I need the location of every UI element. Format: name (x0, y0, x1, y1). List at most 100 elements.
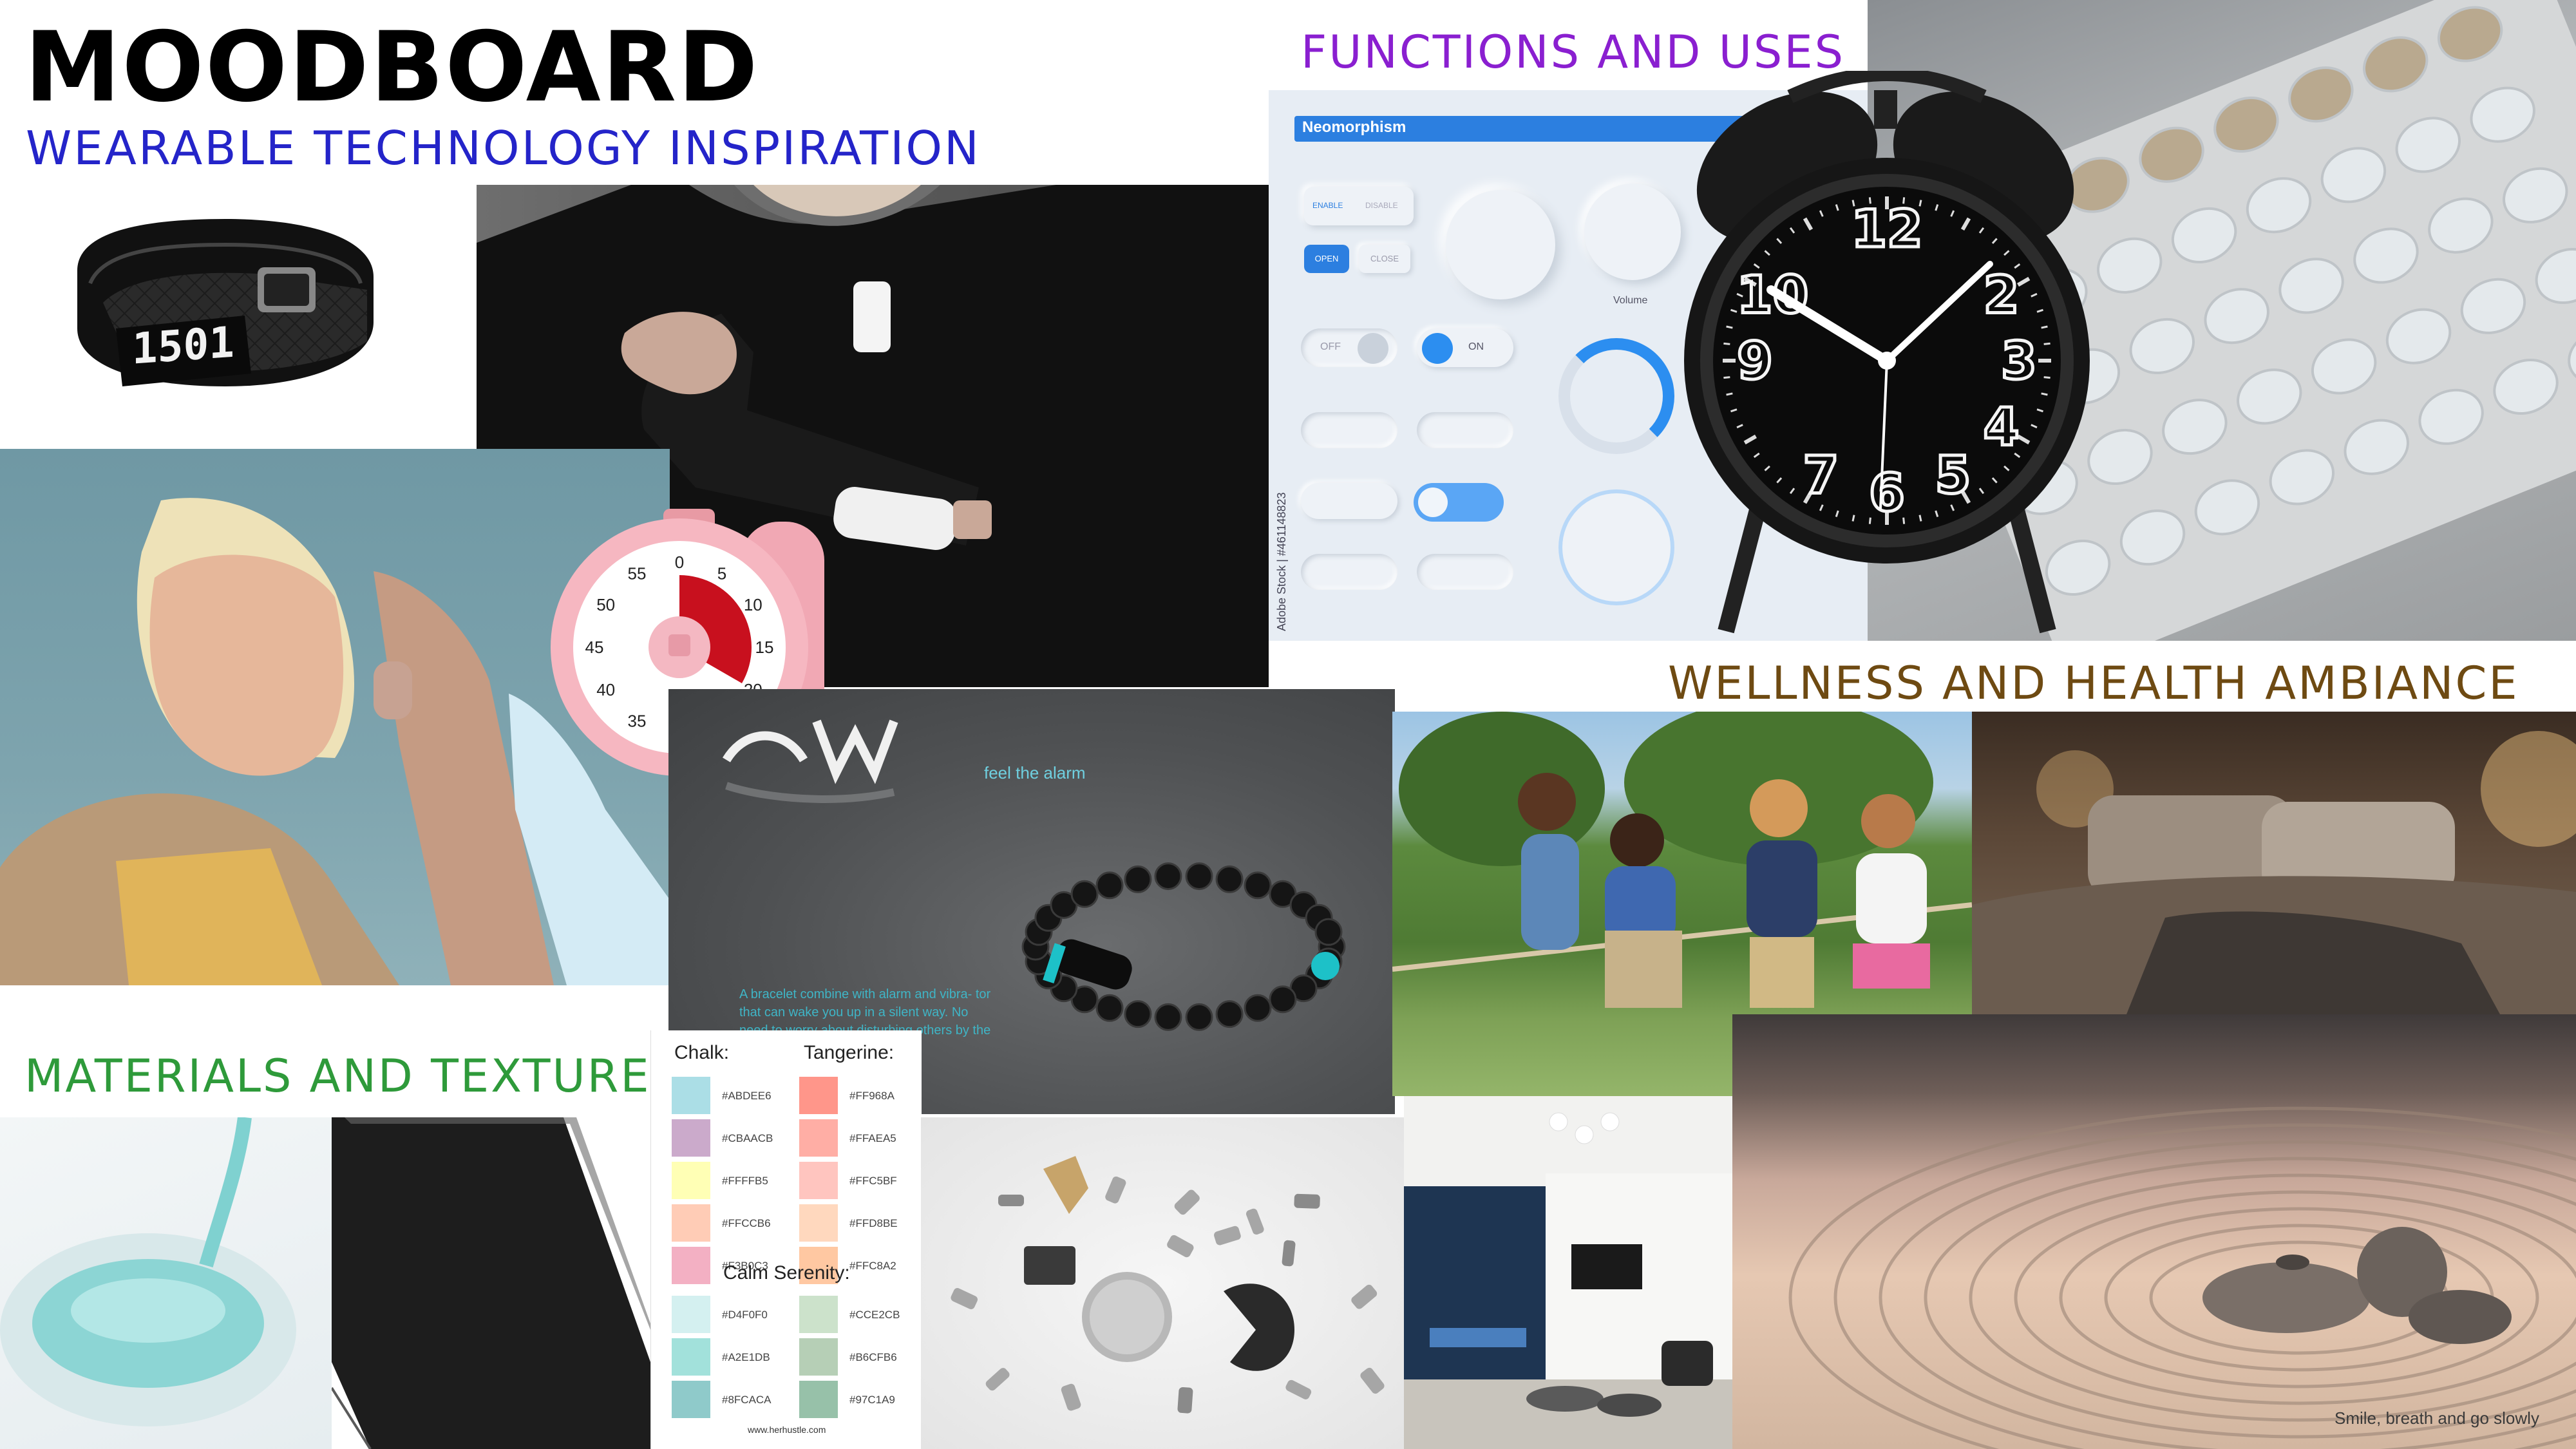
color-chip (799, 1204, 838, 1242)
metal-part (1177, 1387, 1193, 1414)
hex-code: #A2E1DB (722, 1351, 770, 1363)
metal-part (1174, 1189, 1200, 1215)
page-subtitle: WEARABLE TECHNOLOGY INSPIRATION (26, 121, 981, 175)
bead (1095, 871, 1124, 900)
bead (1215, 1000, 1244, 1028)
hex-code: #B6CFB6 (849, 1351, 897, 1363)
close-button[interactable]: CLOSE (1359, 245, 1410, 273)
bead (1154, 862, 1182, 891)
bead (1244, 871, 1272, 900)
volume-label: Volume (1613, 295, 1648, 306)
timer-number: 45 (585, 638, 604, 657)
bead (1154, 1003, 1182, 1031)
hex-code: #FFD8BE (849, 1217, 898, 1229)
bead (1124, 1000, 1152, 1028)
slider-a[interactable] (1301, 412, 1397, 448)
metal-part (1351, 1284, 1378, 1309)
metal-part (1105, 1176, 1126, 1204)
bead (1124, 865, 1152, 893)
hex-code: #FFC5BF (849, 1175, 897, 1187)
disable-button[interactable]: DISABLE (1365, 201, 1398, 210)
zen-garden-photo: Smile, breath and go slowly (1732, 1014, 2576, 1449)
hex-code: #97C1A9 (849, 1394, 895, 1406)
slider-b[interactable] (1417, 412, 1513, 448)
alarm-clock-image: 12234567910 (1674, 67, 2099, 638)
timer-number: 55 (628, 564, 647, 583)
palette-tangerine-name: Tangerine: (804, 1042, 895, 1063)
section-functions-title: FUNCTIONS AND USES (1301, 26, 1846, 79)
clock-numeral: 2 (1984, 265, 2020, 325)
color-chip (799, 1338, 838, 1376)
color-chip (672, 1296, 710, 1333)
color-chip (799, 1077, 838, 1114)
palette-source: www.herhustle.com (748, 1425, 826, 1435)
color-chip (672, 1162, 710, 1199)
bead (1070, 880, 1099, 908)
clock-numeral: 7 (1803, 446, 1839, 506)
bead (1095, 994, 1124, 1022)
metal-part (1294, 1193, 1320, 1209)
color-chip (672, 1204, 710, 1242)
metal-part (1214, 1226, 1241, 1245)
metal-part (1061, 1383, 1081, 1411)
zen-caption: Smile, breath and go slowly (2334, 1408, 2539, 1428)
metal-part (998, 1195, 1024, 1206)
color-chip (799, 1162, 838, 1199)
metal-part (1167, 1235, 1194, 1258)
metal-part (1282, 1240, 1296, 1267)
timer-number: 0 (675, 553, 684, 572)
timer-number: 40 (596, 680, 615, 699)
clock-numeral: 3 (2001, 331, 2037, 391)
color-chip (799, 1119, 838, 1157)
hex-code: #8FCACA (722, 1394, 772, 1406)
wristband-image: 1501 (64, 193, 386, 425)
volume-knob[interactable] (1584, 184, 1681, 280)
section-wellness-title: WELLNESS AND HEALTH AMBIANCE (1668, 657, 2519, 710)
color-chip (672, 1077, 710, 1114)
progress-ring (1558, 338, 1674, 454)
neomorphism-header: Neomorphism (1302, 118, 1406, 136)
off-label: OFF (1320, 341, 1341, 352)
clock-numeral: 6 (1869, 463, 1905, 523)
page-title: MOODBOARD (24, 19, 759, 116)
clock-numeral: 12 (1851, 199, 1922, 259)
switch-c[interactable] (1301, 483, 1397, 519)
switch-f[interactable] (1417, 554, 1513, 590)
knob-large[interactable] (1446, 190, 1555, 299)
clock-numeral: 9 (1737, 331, 1773, 391)
clock-numeral: 5 (1935, 446, 1971, 506)
enable-button[interactable]: ENABLE (1312, 201, 1343, 210)
metal-part (951, 1288, 978, 1309)
hex-code: #CBAACB (722, 1132, 773, 1144)
waiting-room-photo (1404, 1096, 1732, 1449)
color-chip (799, 1296, 838, 1333)
bead (1314, 918, 1343, 946)
knob-bottom[interactable] (1558, 489, 1674, 605)
color-palettes: Chalk: Tangerine: #ABDEE6 #CBAACB #FFFFB5 #… (650, 1030, 922, 1449)
metal-parts-photo (921, 1117, 1404, 1449)
bedroom-photo (1972, 712, 2576, 1014)
color-chip (799, 1381, 838, 1418)
hex-code: #FFC8A2 (849, 1260, 896, 1272)
metal-part (1285, 1379, 1312, 1399)
timer-number: 35 (628, 711, 647, 730)
bead (1215, 865, 1244, 893)
hex-code: #CCE2CB (849, 1309, 900, 1321)
hex-code: #D4F0F0 (722, 1309, 768, 1321)
bead (1185, 862, 1213, 891)
color-chip (672, 1119, 710, 1157)
metal-part (1360, 1367, 1385, 1394)
foam-sheets-photo (332, 1117, 650, 1449)
bead (1269, 985, 1297, 1014)
palette-calm-name: Calm Serenity: (723, 1262, 850, 1283)
timer-number: 5 (717, 564, 726, 583)
hex-code: #FFAEA5 (849, 1132, 896, 1144)
metal-part (985, 1368, 1010, 1391)
bead (1244, 994, 1272, 1022)
section-materials-title: MATERIALS AND TEXTURES (24, 1050, 682, 1103)
timer-number: 10 (744, 595, 762, 614)
hex-code: #FFFFB5 (722, 1175, 768, 1187)
stock-watermark: Adobe Stock | #461148823 (1275, 492, 1288, 631)
open-button[interactable]: OPEN (1304, 245, 1349, 273)
switch-e[interactable] (1301, 554, 1397, 590)
